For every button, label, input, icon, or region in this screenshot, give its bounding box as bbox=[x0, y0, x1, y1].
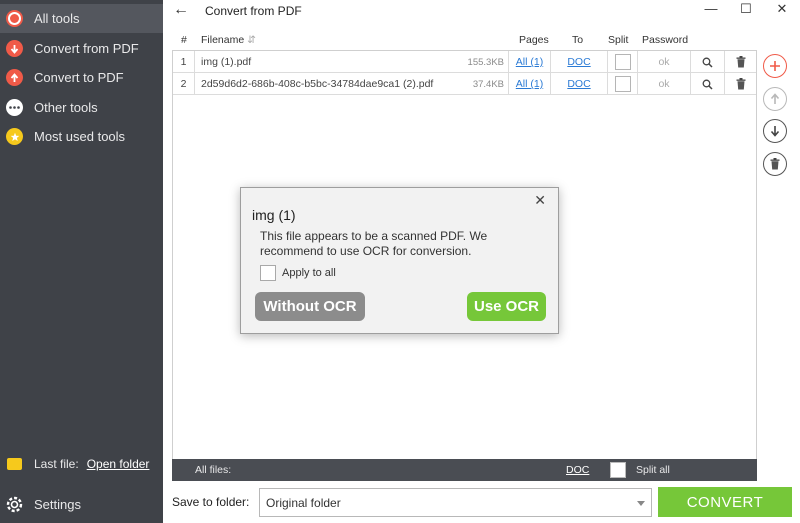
save-folder-value: Original folder bbox=[266, 495, 341, 510]
settings-label: Settings bbox=[34, 496, 81, 512]
move-up-button[interactable] bbox=[763, 87, 787, 111]
target-icon bbox=[6, 10, 23, 27]
row-split bbox=[608, 73, 638, 95]
row-to: DOC bbox=[551, 73, 608, 95]
row-size: 155.3KB bbox=[467, 56, 504, 68]
ocr-dialog: ✕ img (1) This file appears to be a scan… bbox=[240, 187, 559, 334]
split-checkbox[interactable] bbox=[614, 76, 631, 92]
title-bar: ← Convert from PDF — ☐ ✕ bbox=[163, 0, 800, 22]
maximize-button[interactable]: ☐ bbox=[736, 1, 756, 19]
trash-icon bbox=[736, 56, 745, 68]
table-row[interactable]: 1 img (1).pdf 155.3KB All (1) DOC ok bbox=[173, 51, 756, 73]
add-file-button[interactable] bbox=[763, 54, 787, 78]
star-icon bbox=[6, 128, 23, 145]
sidebar-item-all-tools[interactable]: All tools bbox=[0, 4, 163, 33]
table-header: # Filename ⇵ Pages To Split Password bbox=[172, 30, 757, 50]
col-num: # bbox=[181, 34, 187, 46]
chevron-down-icon bbox=[637, 501, 645, 506]
magnifier-icon bbox=[702, 57, 713, 68]
sidebar-item-label: Convert from PDF bbox=[34, 41, 139, 56]
gear-icon bbox=[6, 496, 23, 512]
settings-button[interactable]: Settings bbox=[0, 492, 163, 516]
format-link[interactable]: DOC bbox=[567, 56, 590, 68]
sidebar-item-label: Other tools bbox=[34, 100, 98, 115]
sidebar: All tools Convert from PDF Convert to PD… bbox=[0, 0, 163, 523]
col-filename-label: Filename bbox=[201, 34, 245, 46]
folder-icon bbox=[7, 458, 22, 470]
split-all-checkbox[interactable] bbox=[610, 462, 626, 478]
dialog-message: This file appears to be a scanned PDF. W… bbox=[260, 229, 488, 258]
row-password: ok bbox=[638, 51, 691, 73]
arrow-down-icon bbox=[770, 126, 780, 137]
move-down-button[interactable] bbox=[763, 119, 787, 143]
arrow-up-icon bbox=[770, 93, 780, 104]
sidebar-item-most-used-tools[interactable]: Most used tools bbox=[0, 122, 163, 151]
convert-button[interactable]: CONVERT bbox=[658, 487, 792, 517]
last-file: Last file: Open folder bbox=[0, 452, 163, 476]
row-preview[interactable] bbox=[691, 73, 725, 95]
plus-icon bbox=[770, 61, 780, 71]
col-pages: Pages bbox=[519, 34, 549, 46]
col-filename[interactable]: Filename ⇵ bbox=[201, 34, 256, 46]
row-filename-text: img (1).pdf bbox=[201, 56, 252, 68]
apply-to-all-checkbox[interactable] bbox=[260, 265, 276, 281]
row-delete[interactable] bbox=[725, 51, 756, 73]
format-link[interactable]: DOC bbox=[567, 78, 590, 90]
pages-link[interactable]: All (1) bbox=[516, 56, 543, 68]
row-preview[interactable] bbox=[691, 51, 725, 73]
sort-icon: ⇵ bbox=[247, 34, 256, 46]
arrow-down-circle-icon bbox=[6, 40, 23, 57]
sidebar-item-convert-from-pdf[interactable]: Convert from PDF bbox=[0, 34, 163, 63]
save-folder-select[interactable]: Original folder bbox=[259, 488, 652, 517]
sidebar-item-label: Most used tools bbox=[34, 129, 126, 144]
without-ocr-button[interactable]: Without OCR bbox=[255, 292, 365, 321]
arrow-up-circle-icon bbox=[6, 69, 23, 86]
remove-all-button[interactable] bbox=[763, 152, 787, 176]
row-size: 37.4KB bbox=[472, 78, 504, 90]
sidebar-item-convert-to-pdf[interactable]: Convert to PDF bbox=[0, 63, 163, 92]
split-checkbox[interactable] bbox=[614, 54, 631, 70]
all-files-format-link[interactable]: DOC bbox=[566, 464, 589, 476]
password-status: ok bbox=[658, 56, 670, 68]
sidebar-item-other-tools[interactable]: Other tools bbox=[0, 93, 163, 122]
row-pages: All (1) bbox=[509, 51, 551, 73]
more-dots-icon bbox=[6, 99, 23, 116]
magnifier-icon bbox=[702, 79, 713, 90]
save-to-folder-label: Save to folder: bbox=[172, 495, 250, 509]
open-folder-link[interactable]: Open folder bbox=[87, 457, 150, 471]
row-num: 1 bbox=[173, 51, 195, 73]
window-title: Convert from PDF bbox=[205, 4, 302, 18]
minimize-button[interactable]: — bbox=[701, 1, 721, 19]
table-row[interactable]: 2 2d59d6d2-686b-408c-b5bc-34784dae9ca1 (… bbox=[173, 73, 756, 95]
row-filename: 2d59d6d2-686b-408c-b5bc-34784dae9ca1 (2)… bbox=[195, 73, 509, 95]
col-to: To bbox=[572, 34, 584, 46]
trash-icon bbox=[770, 158, 780, 170]
row-filename-text: 2d59d6d2-686b-408c-b5bc-34784dae9ca1 (2)… bbox=[201, 78, 434, 90]
dialog-close-icon[interactable]: ✕ bbox=[534, 192, 546, 209]
pages-link[interactable]: All (1) bbox=[516, 78, 543, 90]
use-ocr-button[interactable]: Use OCR bbox=[467, 292, 546, 321]
trash-icon bbox=[736, 78, 745, 90]
back-arrow-icon[interactable]: ← bbox=[173, 1, 189, 19]
col-password: Password bbox=[642, 34, 689, 46]
row-pages: All (1) bbox=[509, 73, 551, 95]
row-split bbox=[608, 51, 638, 73]
row-to: DOC bbox=[551, 51, 608, 73]
col-split: Split bbox=[608, 34, 629, 46]
row-password: ok bbox=[638, 73, 691, 95]
row-delete[interactable] bbox=[725, 73, 756, 95]
all-files-bar: All files: DOC Split all bbox=[172, 459, 757, 481]
dialog-title: img (1) bbox=[252, 207, 296, 223]
sidebar-item-label: All tools bbox=[34, 11, 80, 26]
sidebar-item-label: Convert to PDF bbox=[34, 70, 124, 85]
last-file-label: Last file: bbox=[34, 457, 79, 471]
split-all-label: Split all bbox=[636, 464, 670, 476]
row-num: 2 bbox=[173, 73, 195, 95]
all-files-label: All files: bbox=[195, 464, 232, 476]
apply-to-all-label: Apply to all bbox=[282, 267, 336, 279]
close-button[interactable]: ✕ bbox=[772, 1, 792, 19]
row-filename: img (1).pdf 155.3KB bbox=[195, 51, 509, 73]
password-status: ok bbox=[658, 78, 670, 90]
